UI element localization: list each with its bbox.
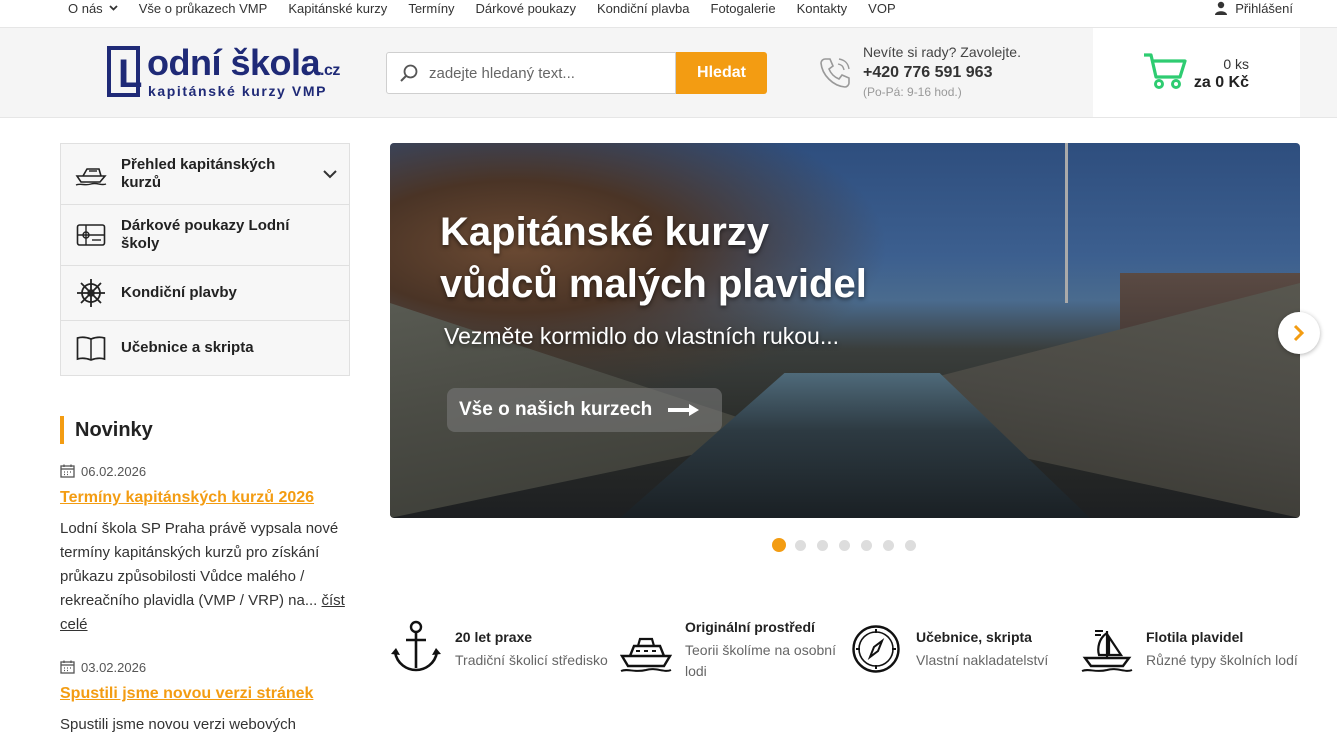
- chevron-down-icon: [109, 3, 118, 14]
- menu-item-kapitanske-kurzy[interactable]: Přehled kapitánských kurzů: [61, 144, 349, 205]
- login-link[interactable]: Přihlášení: [1215, 0, 1293, 16]
- slider-dot[interactable]: [839, 539, 850, 551]
- nav-item-label: O nás: [68, 0, 103, 16]
- nav-item-o-nas[interactable]: O nás: [68, 1, 118, 16]
- phone-icon: [820, 58, 850, 88]
- search-icon: [400, 64, 418, 82]
- news-date: 03.02.2026: [60, 659, 350, 675]
- cart-count: 0 ks: [1223, 56, 1249, 72]
- category-menu: Přehled kapitánských kurzů Dárkové pouka…: [60, 143, 350, 376]
- feature-description: Vlastní nakladatelství: [916, 652, 1049, 668]
- feature-item: 20 let praxe Tradiční školicí středisko: [390, 618, 615, 688]
- calendar-icon: [60, 464, 75, 478]
- logo-mark: L: [107, 46, 142, 97]
- menu-item-label: Kondiční plavby: [121, 284, 237, 301]
- chevron-right-icon: [1293, 324, 1305, 342]
- search-box: [386, 52, 676, 94]
- slider-pagination: [772, 538, 927, 552]
- nav-item-fotogalerie[interactable]: Fotogalerie: [711, 1, 776, 16]
- feature-description: Různé typy školních lodí: [1146, 652, 1298, 668]
- calendar-icon: [60, 660, 75, 674]
- top-bar: O nás Vše o průkazech VMP Kapitánské kur…: [0, 0, 1337, 27]
- news-item: 06.02.2026 Termíny kapitánských kurzů 20…: [60, 463, 350, 637]
- logo-tagline: kapitánské kurzy VMP: [148, 83, 328, 99]
- slider-dot[interactable]: [772, 538, 786, 552]
- nav-item-prukazy[interactable]: Vše o průkazech VMP: [139, 1, 268, 16]
- search-input[interactable]: [429, 64, 659, 82]
- hero-subtitle: Vezměte kormidlo do vlastních rukou...: [444, 323, 840, 349]
- cart-icon: [1144, 53, 1187, 89]
- slider-dot[interactable]: [861, 539, 872, 551]
- news-date: 06.02.2026: [60, 463, 350, 479]
- search-button[interactable]: Hledat: [676, 52, 767, 94]
- chevron-down-icon[interactable]: [323, 166, 337, 184]
- slider-dot[interactable]: [817, 539, 828, 551]
- sailboat-icon: [1081, 630, 1133, 672]
- news-excerpt: Spustili jsme novou verzi webových: [60, 716, 296, 733]
- ship-wheel-icon: [77, 279, 105, 307]
- slider-dot[interactable]: [905, 539, 916, 551]
- ship-icon: [620, 637, 672, 672]
- anchor-icon: [391, 620, 441, 672]
- feature-item: Flotila plavidel Různé typy školních lod…: [1081, 618, 1306, 688]
- gift-card-icon: [76, 224, 106, 246]
- contact-phone-number[interactable]: +420 776 591 963: [863, 64, 992, 82]
- hero-title: Kapitánské kurzy vůdců malých plavidel: [440, 210, 867, 306]
- site-header: L odní škola.cz kapitánské kurzy VMP Hle…: [0, 27, 1337, 118]
- feature-title: 20 let praxe: [455, 629, 533, 645]
- menu-item-darkove-poukazy[interactable]: Dárkové poukazy Lodní školy: [61, 205, 349, 266]
- logo-name: odní škola.cz: [147, 42, 340, 83]
- menu-item-ucebnice[interactable]: Učebnice a skripta: [61, 321, 349, 375]
- login-label: Přihlášení: [1235, 0, 1293, 16]
- feature-title: Učebnice, skripta: [916, 629, 1032, 645]
- hero-slider: Kapitánské kurzy vůdců malých plavidel Ve…: [390, 143, 1300, 518]
- feature-title: Originální prostředí: [685, 619, 815, 635]
- feature-description: Tradiční školicí středisko: [455, 652, 608, 668]
- menu-item-label: Dárkové poukazy Lodní školy: [121, 217, 290, 252]
- feature-description: Teorii školíme na osobní lodi: [685, 642, 836, 679]
- feature-title: Flotila plavidel: [1146, 629, 1244, 645]
- nav-item-terminy[interactable]: Termíny: [408, 1, 454, 16]
- site-logo[interactable]: L odní škola.cz kapitánské kurzy VMP: [107, 42, 367, 102]
- news-title-link[interactable]: Spustili jsme novou verzi stránek: [60, 685, 350, 703]
- news-heading: Novinky: [60, 416, 153, 444]
- nav-item-kontakty[interactable]: Kontakty: [797, 1, 848, 16]
- top-navigation: O nás Vše o průkazech VMP Kapitánské kur…: [68, 0, 917, 16]
- news-title-link[interactable]: Termíny kapitánských kurzů 2026: [60, 489, 350, 507]
- nav-item-vop[interactable]: VOP: [868, 1, 895, 16]
- user-icon: [1215, 1, 1228, 15]
- cart-widget[interactable]: 0 ks za 0 Kč: [1093, 28, 1300, 117]
- contact-question: Nevíte si rady? Zavolejte.: [863, 44, 1021, 60]
- feature-item: Originální prostředí Teorii školíme na o…: [620, 618, 845, 688]
- boat-icon: [75, 168, 107, 186]
- feature-item: Učebnice, skripta Vlastní nakladatelství: [851, 618, 1076, 688]
- nav-item-kurzy[interactable]: Kapitánské kurzy: [288, 1, 387, 16]
- slider-dot[interactable]: [883, 539, 894, 551]
- cart-total: za 0 Kč: [1193, 74, 1249, 91]
- arrow-right-icon: [668, 404, 700, 416]
- hero-cta-button[interactable]: Vše o našich kurzech: [447, 388, 722, 432]
- contact-phone: Nevíte si rady? Zavolejte. +420 776 591 …: [818, 44, 1058, 104]
- compass-icon: [852, 625, 900, 673]
- slider-next-button[interactable]: [1278, 312, 1320, 354]
- slider-dot[interactable]: [795, 539, 806, 551]
- menu-item-kondicni-plavby[interactable]: Kondiční plavby: [61, 266, 349, 321]
- menu-item-label: Přehled kapitánských kurzů: [121, 156, 276, 191]
- contact-hours: (Po-Pá: 9-16 hod.): [863, 85, 962, 99]
- book-icon: [76, 336, 106, 361]
- news-excerpt: Lodní škola SP Praha právě vypsala nové …: [60, 520, 345, 633]
- menu-item-label: Učebnice a skripta: [121, 339, 254, 356]
- nav-item-kondicni-plavba[interactable]: Kondiční plavba: [597, 1, 690, 16]
- news-item: 03.02.2026 Spustili jsme novou verzi str…: [60, 659, 350, 733]
- nav-item-poukazy[interactable]: Dárkové poukazy: [476, 1, 576, 16]
- hero-cta-label: Vše o našich kurzech: [459, 399, 653, 420]
